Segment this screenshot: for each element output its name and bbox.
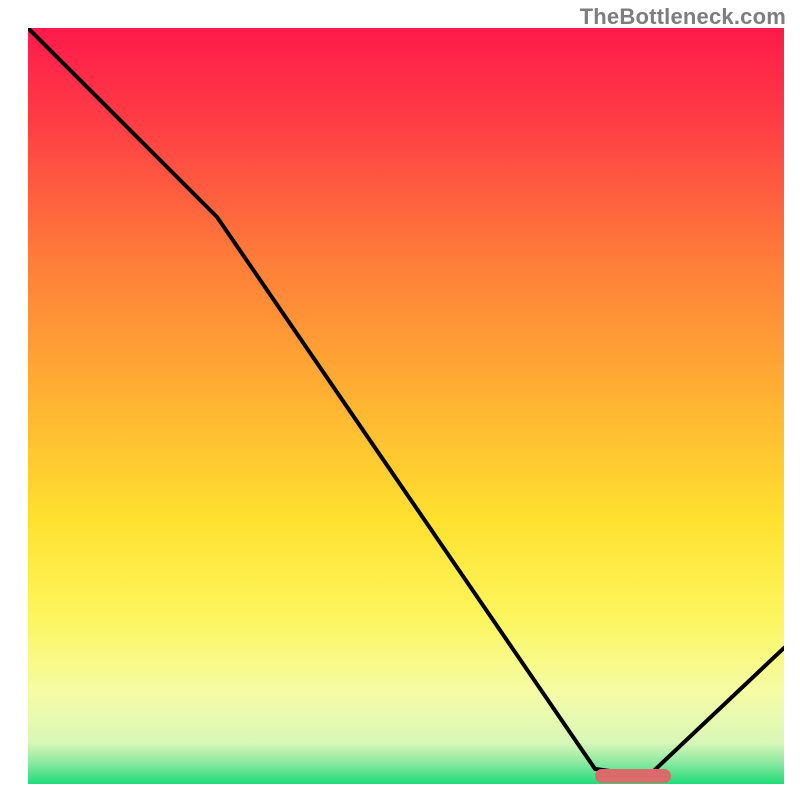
- chart-plot-area: [28, 28, 784, 784]
- optimal-range-marker: [595, 769, 671, 783]
- chart-svg: [28, 28, 784, 784]
- attribution-text: TheBottleneck.com: [580, 4, 786, 30]
